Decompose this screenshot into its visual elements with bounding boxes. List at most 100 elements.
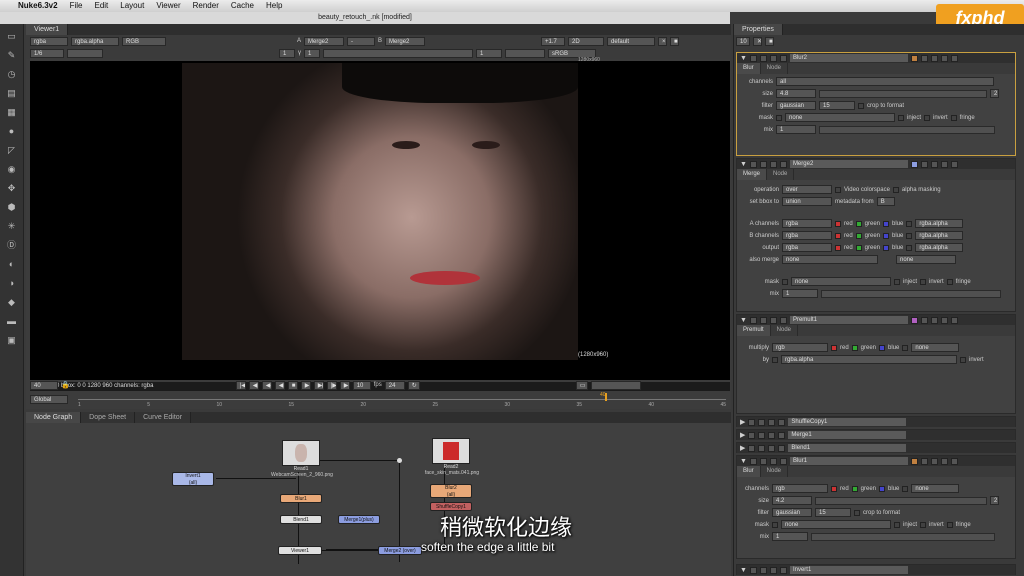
mix-field[interactable]: 1 bbox=[782, 289, 818, 298]
alpha-checkbox[interactable] bbox=[902, 344, 909, 351]
menu-viewer[interactable]: Viewer bbox=[150, 0, 186, 12]
mask-dropdown[interactable]: none bbox=[791, 277, 891, 286]
b-channels-dropdown[interactable]: rgba bbox=[782, 231, 832, 240]
redo-icon[interactable] bbox=[779, 316, 787, 324]
metadata-tool-icon[interactable]: ◑ bbox=[6, 277, 18, 289]
channels-dropdown[interactable]: rgba bbox=[30, 36, 68, 46]
b-input-dropdown[interactable]: Merge2 bbox=[385, 36, 426, 46]
mask-dropdown[interactable]: none bbox=[781, 520, 891, 529]
step-back-icon[interactable]: ◀◀ bbox=[261, 380, 272, 390]
color-icon[interactable] bbox=[910, 54, 918, 62]
first-frame-icon[interactable]: |◀ bbox=[235, 380, 246, 390]
tab-node[interactable]: Node bbox=[767, 169, 795, 180]
green-checkbox[interactable] bbox=[855, 220, 862, 227]
read1-thumbnail[interactable] bbox=[282, 440, 320, 466]
filter-dropdown[interactable]: gaussian bbox=[772, 508, 812, 517]
tab-dope-sheet[interactable]: Dope Sheet bbox=[81, 412, 136, 423]
gamma-slider[interactable] bbox=[323, 48, 473, 58]
hide-icon[interactable] bbox=[748, 444, 756, 452]
close-icon[interactable] bbox=[950, 316, 958, 324]
fringe-checkbox[interactable] bbox=[946, 278, 953, 285]
mix-field[interactable]: 1 bbox=[776, 125, 816, 134]
mask-checkbox[interactable] bbox=[776, 114, 782, 121]
alpha-checkbox[interactable] bbox=[906, 244, 913, 251]
merge-tool-icon[interactable]: ◉ bbox=[6, 163, 18, 175]
tab-merge[interactable]: Merge bbox=[737, 169, 768, 180]
help-icon[interactable] bbox=[930, 54, 938, 62]
a-channels-dropdown[interactable]: rgba bbox=[782, 219, 832, 228]
tab-blur[interactable]: Blur bbox=[737, 63, 761, 74]
menu-layout[interactable]: Layout bbox=[114, 0, 150, 12]
video-colorspace-checkbox[interactable] bbox=[835, 186, 841, 193]
prev-keyframe-icon[interactable]: ◀| bbox=[248, 380, 259, 390]
invert-checkbox[interactable] bbox=[924, 114, 931, 121]
output-alpha-dropdown[interactable]: rgba.alpha bbox=[915, 243, 964, 252]
blue-checkbox[interactable] bbox=[883, 232, 890, 239]
gain-field[interactable]: +1.7 bbox=[541, 36, 566, 46]
plugins-tool-icon[interactable]: ▣ bbox=[6, 334, 18, 346]
expand-icon[interactable]: ▶ bbox=[740, 444, 745, 452]
inject-checkbox[interactable] bbox=[894, 521, 900, 528]
channels-dropdown[interactable]: rgb bbox=[772, 484, 828, 493]
blue-checkbox[interactable] bbox=[879, 485, 886, 492]
tab-properties[interactable]: Properties bbox=[734, 24, 783, 35]
close-icon[interactable] bbox=[950, 54, 958, 62]
help-icon[interactable] bbox=[930, 316, 938, 324]
redo-icon[interactable] bbox=[779, 54, 787, 62]
mix-field[interactable]: 1 bbox=[772, 532, 808, 541]
proxy-dropdown[interactable]: 1 bbox=[476, 48, 502, 58]
blue-checkbox[interactable] bbox=[883, 244, 890, 251]
frame-field[interactable]: 40 bbox=[30, 380, 58, 390]
node-icon[interactable] bbox=[759, 160, 767, 168]
float-icon[interactable] bbox=[940, 457, 948, 465]
undo-icon[interactable] bbox=[768, 418, 776, 426]
mix-slider[interactable] bbox=[811, 532, 995, 541]
node-name-field[interactable]: Premult1 bbox=[789, 316, 908, 324]
node-icon[interactable] bbox=[759, 54, 767, 62]
expand-icon[interactable]: ▶ bbox=[740, 418, 745, 426]
hide-icon[interactable] bbox=[749, 54, 757, 62]
close-icon[interactable] bbox=[950, 457, 958, 465]
viewer-canvas[interactable]: 1280x960 (1280x960) bbox=[30, 57, 730, 380]
invert-checkbox[interactable] bbox=[960, 356, 966, 363]
image-tool-icon[interactable]: ▭ bbox=[6, 30, 18, 42]
menu-cache[interactable]: Cache bbox=[225, 0, 260, 12]
invert1-node[interactable]: Invert1 (all) bbox=[172, 472, 214, 486]
blur2-node[interactable]: Blur2 (all) bbox=[430, 484, 472, 498]
invert-checkbox[interactable] bbox=[920, 278, 927, 285]
revert-icon[interactable] bbox=[920, 54, 928, 62]
hide-icon[interactable] bbox=[749, 160, 757, 168]
node-icon[interactable] bbox=[759, 566, 767, 574]
redo-icon[interactable] bbox=[778, 431, 786, 439]
undo-icon[interactable] bbox=[769, 566, 777, 574]
deep-tool-icon[interactable]: Ⓓ bbox=[6, 239, 18, 251]
lock-panels-icon[interactable]: ■ bbox=[765, 37, 774, 46]
tab-node[interactable]: Node bbox=[760, 63, 789, 74]
collapse-icon[interactable]: ▼ bbox=[740, 567, 747, 574]
tab-node[interactable]: Node bbox=[760, 466, 789, 477]
range-mode-dropdown[interactable]: Global bbox=[30, 395, 68, 404]
by-checkbox[interactable] bbox=[772, 356, 778, 363]
node-name-field[interactable]: Merge1 bbox=[788, 431, 907, 439]
dot-node[interactable] bbox=[397, 458, 402, 463]
particles-tool-icon[interactable]: ✳ bbox=[6, 220, 18, 232]
revert-icon[interactable] bbox=[920, 457, 928, 465]
lut-dropdown[interactable]: default bbox=[607, 36, 656, 46]
blend1-panel[interactable]: ▶ Blend1 bbox=[736, 442, 1016, 453]
green-checkbox[interactable] bbox=[855, 244, 862, 251]
hide-icon[interactable] bbox=[748, 418, 756, 426]
inject-checkbox[interactable] bbox=[894, 278, 900, 285]
collapse-icon[interactable]: ▼ bbox=[740, 458, 747, 465]
alpha-checkbox[interactable] bbox=[906, 232, 913, 239]
timeline[interactable]: Global 1 5 10 15 20 25 30 35 40 45 40 bbox=[30, 392, 730, 409]
size-slider[interactable] bbox=[819, 89, 987, 98]
b-alpha-dropdown[interactable]: rgba.alpha bbox=[915, 231, 964, 240]
wipe-mode-dropdown[interactable]: - bbox=[347, 36, 376, 46]
help-icon[interactable] bbox=[930, 457, 938, 465]
float-icon[interactable] bbox=[940, 316, 948, 324]
redo-icon[interactable] bbox=[778, 444, 786, 452]
alpha-channel-dropdown[interactable]: rgba.alpha bbox=[71, 36, 119, 46]
crop-checkbox[interactable] bbox=[854, 509, 860, 516]
collapse-icon[interactable]: ▼ bbox=[740, 161, 747, 168]
green-checkbox[interactable] bbox=[851, 344, 858, 351]
